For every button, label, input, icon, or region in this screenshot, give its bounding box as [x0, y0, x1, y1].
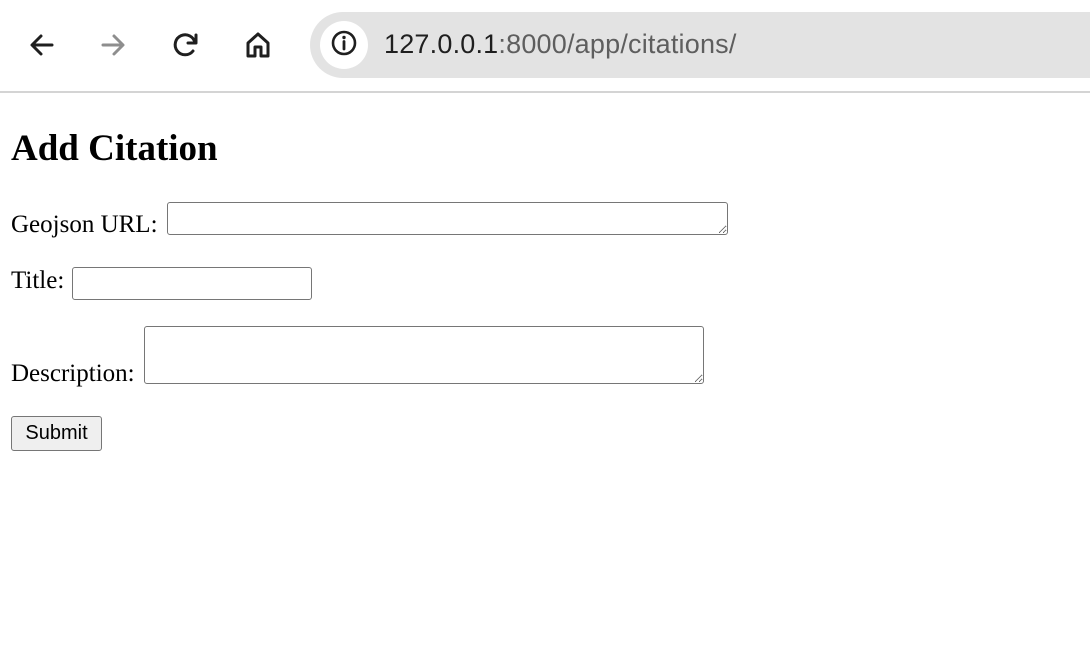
home-icon [243, 30, 273, 60]
back-button[interactable] [21, 24, 63, 66]
site-info-button[interactable] [320, 21, 368, 69]
url-text[interactable]: 127.0.0.1:8000/app/citations/ [384, 29, 737, 60]
description-label: Description: [11, 360, 135, 387]
title-label: Title: [11, 267, 65, 294]
submit-button[interactable]: Submit [11, 416, 102, 451]
reload-icon [172, 31, 200, 59]
address-bar[interactable]: 127.0.0.1:8000/app/citations/ [310, 12, 1090, 78]
url-path: :8000/app/citations/ [498, 29, 737, 59]
browser-toolbar: 127.0.0.1:8000/app/citations/ [0, 0, 1090, 93]
arrow-left-icon [28, 31, 56, 59]
page-title: Add Citation [11, 128, 218, 169]
description-field[interactable] [144, 326, 704, 384]
geojson-url-field[interactable] [167, 202, 728, 235]
reload-button[interactable] [165, 24, 207, 66]
url-host: 127.0.0.1 [384, 29, 499, 59]
home-button[interactable] [237, 24, 279, 66]
arrow-right-icon [99, 31, 127, 59]
geojson-url-label: Geojson URL: [11, 211, 158, 238]
title-field[interactable] [72, 267, 312, 300]
info-icon [330, 29, 358, 62]
forward-button[interactable] [92, 24, 134, 66]
